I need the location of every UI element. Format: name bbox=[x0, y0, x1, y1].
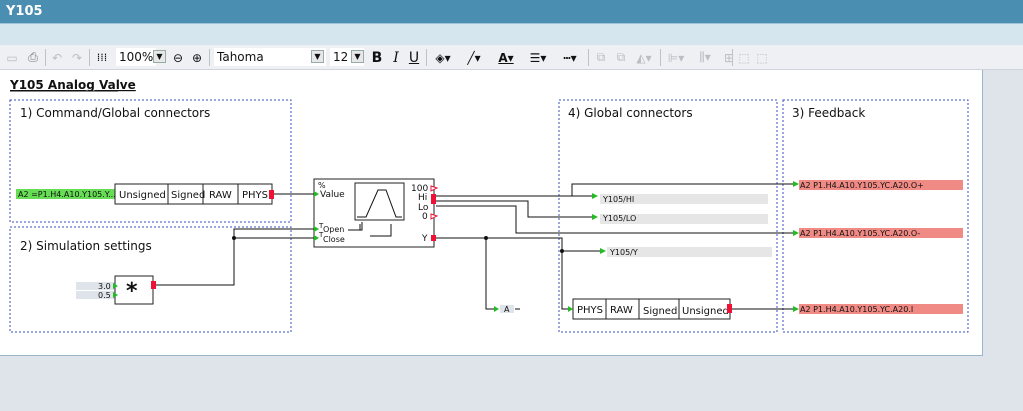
global-y-pin[interactable] bbox=[600, 248, 606, 254]
a-tag-label: A bbox=[504, 305, 510, 314]
wire-junction bbox=[560, 249, 564, 253]
input-cell-signed: Signed bbox=[171, 190, 205, 201]
input-cell-phys: PHYS bbox=[242, 190, 268, 201]
toolbar-separator bbox=[588, 49, 589, 66]
tab-strip bbox=[0, 23, 1023, 45]
valve-out-hi: Hi bbox=[418, 193, 427, 203]
valve-y-pin[interactable] bbox=[431, 235, 436, 241]
a-tag-pin[interactable] bbox=[494, 306, 499, 312]
valve-input-open: Open bbox=[323, 225, 344, 234]
global-hi-pin[interactable] bbox=[592, 193, 598, 199]
function-diagram: Y105 Analog Valve 1) Command/Global conn… bbox=[9, 78, 969, 333]
diagram-title: Y105 Analog Valve bbox=[9, 78, 136, 92]
output-cell-raw: RAW bbox=[610, 305, 633, 316]
fill-color-icon[interactable]: ◈▾ bbox=[430, 48, 456, 67]
input-connector-tag-text: A2 =P1.H4.A10.Y105.Y... bbox=[18, 190, 116, 199]
zoom-dropdown-arrow[interactable]: ▼ bbox=[153, 50, 166, 63]
feedback-i-pin[interactable] bbox=[793, 306, 799, 312]
toolbar-separator bbox=[732, 49, 733, 66]
font-color-icon[interactable]: A▾ bbox=[492, 48, 520, 67]
output-cell-unsigned: Unsigned bbox=[682, 306, 729, 317]
bold-button[interactable]: B bbox=[369, 48, 385, 67]
global-lo-label: Y105/LO bbox=[602, 214, 636, 223]
feedback-o-minus-text: A2 P1.H4.A10.Y105.YC.A20.O- bbox=[800, 229, 920, 238]
line-color-icon[interactable]: ╱▾ bbox=[460, 48, 488, 67]
ungroup-icon[interactable]: ⬚ bbox=[754, 48, 770, 67]
group-icon[interactable]: ⬚ bbox=[736, 48, 752, 67]
global-y-label: Y105/Y bbox=[609, 248, 638, 257]
valve-input-value: Value bbox=[320, 190, 345, 200]
redo-icon[interactable]: ↷ bbox=[68, 48, 86, 67]
distribute-icon[interactable]: ⫼▾ bbox=[692, 48, 718, 67]
feedback-o-plus-text: A2 P1.H4.A10.Y105.YC.A20.O+ bbox=[800, 181, 924, 190]
wire bbox=[561, 251, 570, 310]
output-cell-phys: PHYS bbox=[577, 305, 603, 316]
toolbar-separator bbox=[426, 49, 427, 66]
send-back-icon[interactable]: ⧉ bbox=[612, 48, 630, 67]
window-title: Y105 bbox=[0, 0, 1023, 23]
wire bbox=[436, 237, 600, 252]
valve-trend-graphic bbox=[354, 182, 405, 221]
sim-input-a: 3.0 bbox=[98, 282, 111, 291]
feedback-i-text: A2 P1.H4.A10.Y105.YC.A20.I bbox=[800, 305, 913, 314]
group-global-label: 4) Global connectors bbox=[568, 106, 693, 120]
underline-button[interactable]: U bbox=[406, 48, 422, 67]
font-dropdown-arrow[interactable]: ▼ bbox=[311, 50, 324, 63]
group-command-label: 1) Command/Global connectors bbox=[20, 106, 210, 120]
line-width-icon[interactable]: ☰▾ bbox=[524, 48, 552, 67]
output-cell-signed: Signed bbox=[643, 306, 677, 317]
input-cell-raw: RAW bbox=[209, 190, 232, 201]
line-style-icon[interactable]: ┅▾ bbox=[556, 48, 584, 67]
output-connector-out-pin[interactable] bbox=[727, 304, 732, 313]
print-icon[interactable]: ⎙ bbox=[24, 48, 42, 67]
wire bbox=[485, 238, 496, 310]
italic-button[interactable]: I bbox=[389, 48, 403, 67]
group-feedback[interactable] bbox=[782, 99, 969, 333]
valve-percent: % bbox=[318, 181, 326, 190]
wire bbox=[436, 200, 592, 218]
flip-icon[interactable]: ◭▾ bbox=[632, 48, 656, 67]
bring-front-icon[interactable]: ⧉ bbox=[592, 48, 610, 67]
valve-lo-pin[interactable] bbox=[431, 199, 436, 204]
sim-input-b: 0.5 bbox=[98, 291, 111, 300]
toolbar-separator bbox=[89, 49, 90, 66]
global-hi-label: Y105/HI bbox=[602, 195, 634, 204]
grid-icon[interactable]: ⁞⁞⁞ bbox=[93, 48, 111, 67]
toolbar-separator bbox=[45, 49, 46, 66]
valve-out-0: 0 bbox=[422, 212, 428, 222]
align-icon[interactable]: ⊫▾ bbox=[664, 48, 688, 67]
valve-input-close: Close bbox=[323, 235, 345, 244]
output-connector-pin[interactable] bbox=[568, 306, 573, 312]
save-icon[interactable]: ▭ bbox=[4, 48, 20, 67]
toolbar-separator bbox=[209, 49, 210, 66]
feedback-o-plus-pin[interactable] bbox=[793, 181, 799, 187]
multiply-output-pin[interactable] bbox=[151, 281, 156, 289]
font-family-select[interactable]: Tahoma bbox=[214, 48, 326, 66]
zoom-out-icon[interactable]: ⊖ bbox=[170, 48, 186, 67]
output-pin[interactable] bbox=[269, 190, 274, 199]
zoom-select[interactable]: 100% bbox=[116, 48, 156, 66]
font-size-dropdown-arrow[interactable]: ▼ bbox=[351, 50, 364, 63]
input-cell-unsigned: Unsigned bbox=[119, 190, 166, 201]
feedback-o-minus-pin[interactable] bbox=[793, 230, 799, 236]
group-simulation-label: 2) Simulation settings bbox=[20, 239, 152, 253]
valve-hi-pin[interactable] bbox=[431, 194, 436, 199]
toolbar-separator bbox=[660, 49, 661, 66]
zoom-in-icon[interactable]: ⊕ bbox=[189, 48, 205, 67]
multiply-operator: * bbox=[126, 279, 138, 304]
wire-junction bbox=[484, 236, 488, 240]
valve-out-y: Y bbox=[421, 234, 428, 244]
group-feedback-label: 3) Feedback bbox=[792, 106, 865, 120]
wire-junction bbox=[232, 236, 236, 240]
global-lo-pin[interactable] bbox=[592, 214, 598, 220]
toolbar: ▭ ⎙ ↶ ↷ ⁞⁞⁞ 100% ▼ ⊖ ⊕ Tahoma ▼ 12 ▼ B I… bbox=[0, 45, 1023, 70]
undo-icon[interactable]: ↶ bbox=[48, 48, 66, 67]
